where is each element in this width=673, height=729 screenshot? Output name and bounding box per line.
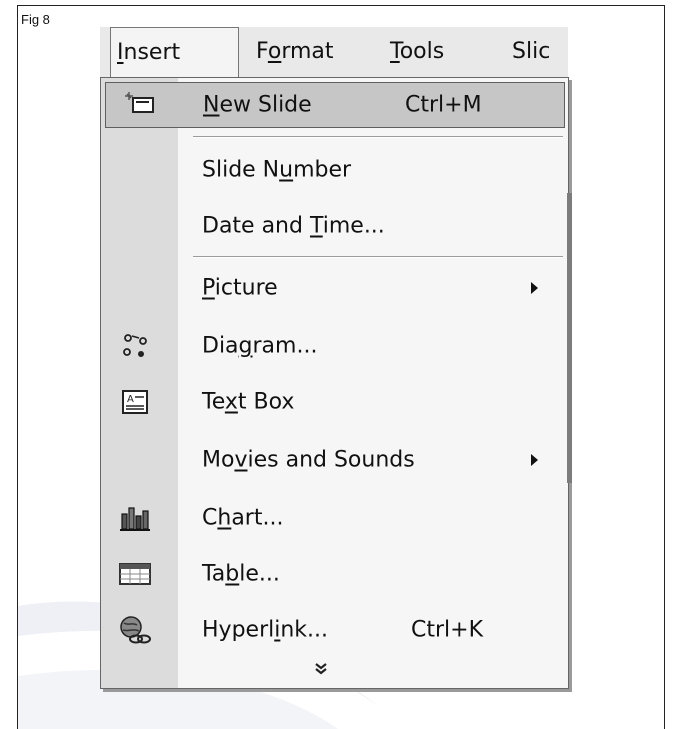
menu-format[interactable]: Format (250, 27, 340, 77)
figure-label: Fig 8 (21, 12, 50, 27)
slide-number-label: Slide Number (202, 157, 352, 183)
menu-bar: Insert Format Tools Slic (100, 27, 568, 79)
menu-item-diagram[interactable]: Diagram... (101, 318, 568, 374)
menu-insert-label: nsert (123, 40, 181, 65)
menu-tools-label: Tools (390, 39, 445, 64)
svg-text:A: A (127, 394, 134, 405)
chart-icon (115, 501, 155, 535)
menu-item-picture[interactable]: Picture (101, 260, 568, 316)
new-slide-shortcut: Ctrl+M (405, 92, 482, 118)
menu-item-hyperlink[interactable]: Hyperlink... Ctrl+K (101, 602, 568, 658)
menu-tools[interactable]: Tools (384, 27, 450, 77)
hyperlink-icon (115, 613, 155, 647)
menu-item-slide-number[interactable]: Slide Number (101, 142, 568, 198)
menu-item-movies-and-sounds[interactable]: Movies and Sounds (101, 432, 568, 488)
menu-item-date-and-time[interactable]: Date and Time... (101, 198, 568, 254)
movies-and-sounds-label: Movies and Sounds (202, 447, 415, 473)
menu-separator (193, 256, 563, 258)
diagram-icon (115, 329, 155, 363)
menu-separator (193, 136, 563, 138)
menu-item-table[interactable]: Table... (101, 546, 568, 602)
text-box-label: Text Box (202, 389, 295, 415)
submenu-arrow-icon (531, 282, 538, 294)
menu-item-chart[interactable]: Chart... (101, 490, 568, 546)
menu-insert[interactable]: Insert (110, 27, 239, 79)
new-slide-icon (120, 88, 160, 122)
text-box-icon: A (115, 385, 155, 419)
hyperlink-shortcut: Ctrl+K (411, 617, 484, 643)
menu-item-text-box[interactable]: A Text Box (101, 374, 568, 430)
menu-slide-show-label: Slic (512, 39, 551, 64)
insert-menu-dropdown: New Slide Ctrl+M Slide Number Date and T… (100, 77, 572, 689)
hyperlink-label: Hyperlink... (202, 617, 329, 643)
menu-format-label: Format (256, 39, 334, 64)
expand-menu-chevron-icon[interactable] (311, 658, 331, 684)
menu-item-new-slide[interactable]: New Slide Ctrl+M (105, 82, 565, 128)
menu-slide-show[interactable]: Slic (506, 27, 568, 77)
date-and-time-label: Date and Time... (202, 213, 385, 239)
picture-label: Picture (202, 275, 278, 301)
table-icon (115, 557, 155, 591)
table-label: Table... (202, 561, 280, 587)
chart-label: Chart... (202, 505, 284, 531)
submenu-arrow-icon (531, 454, 538, 466)
diagram-label: Diagram... (202, 333, 318, 359)
new-slide-label: New Slide (203, 92, 312, 118)
